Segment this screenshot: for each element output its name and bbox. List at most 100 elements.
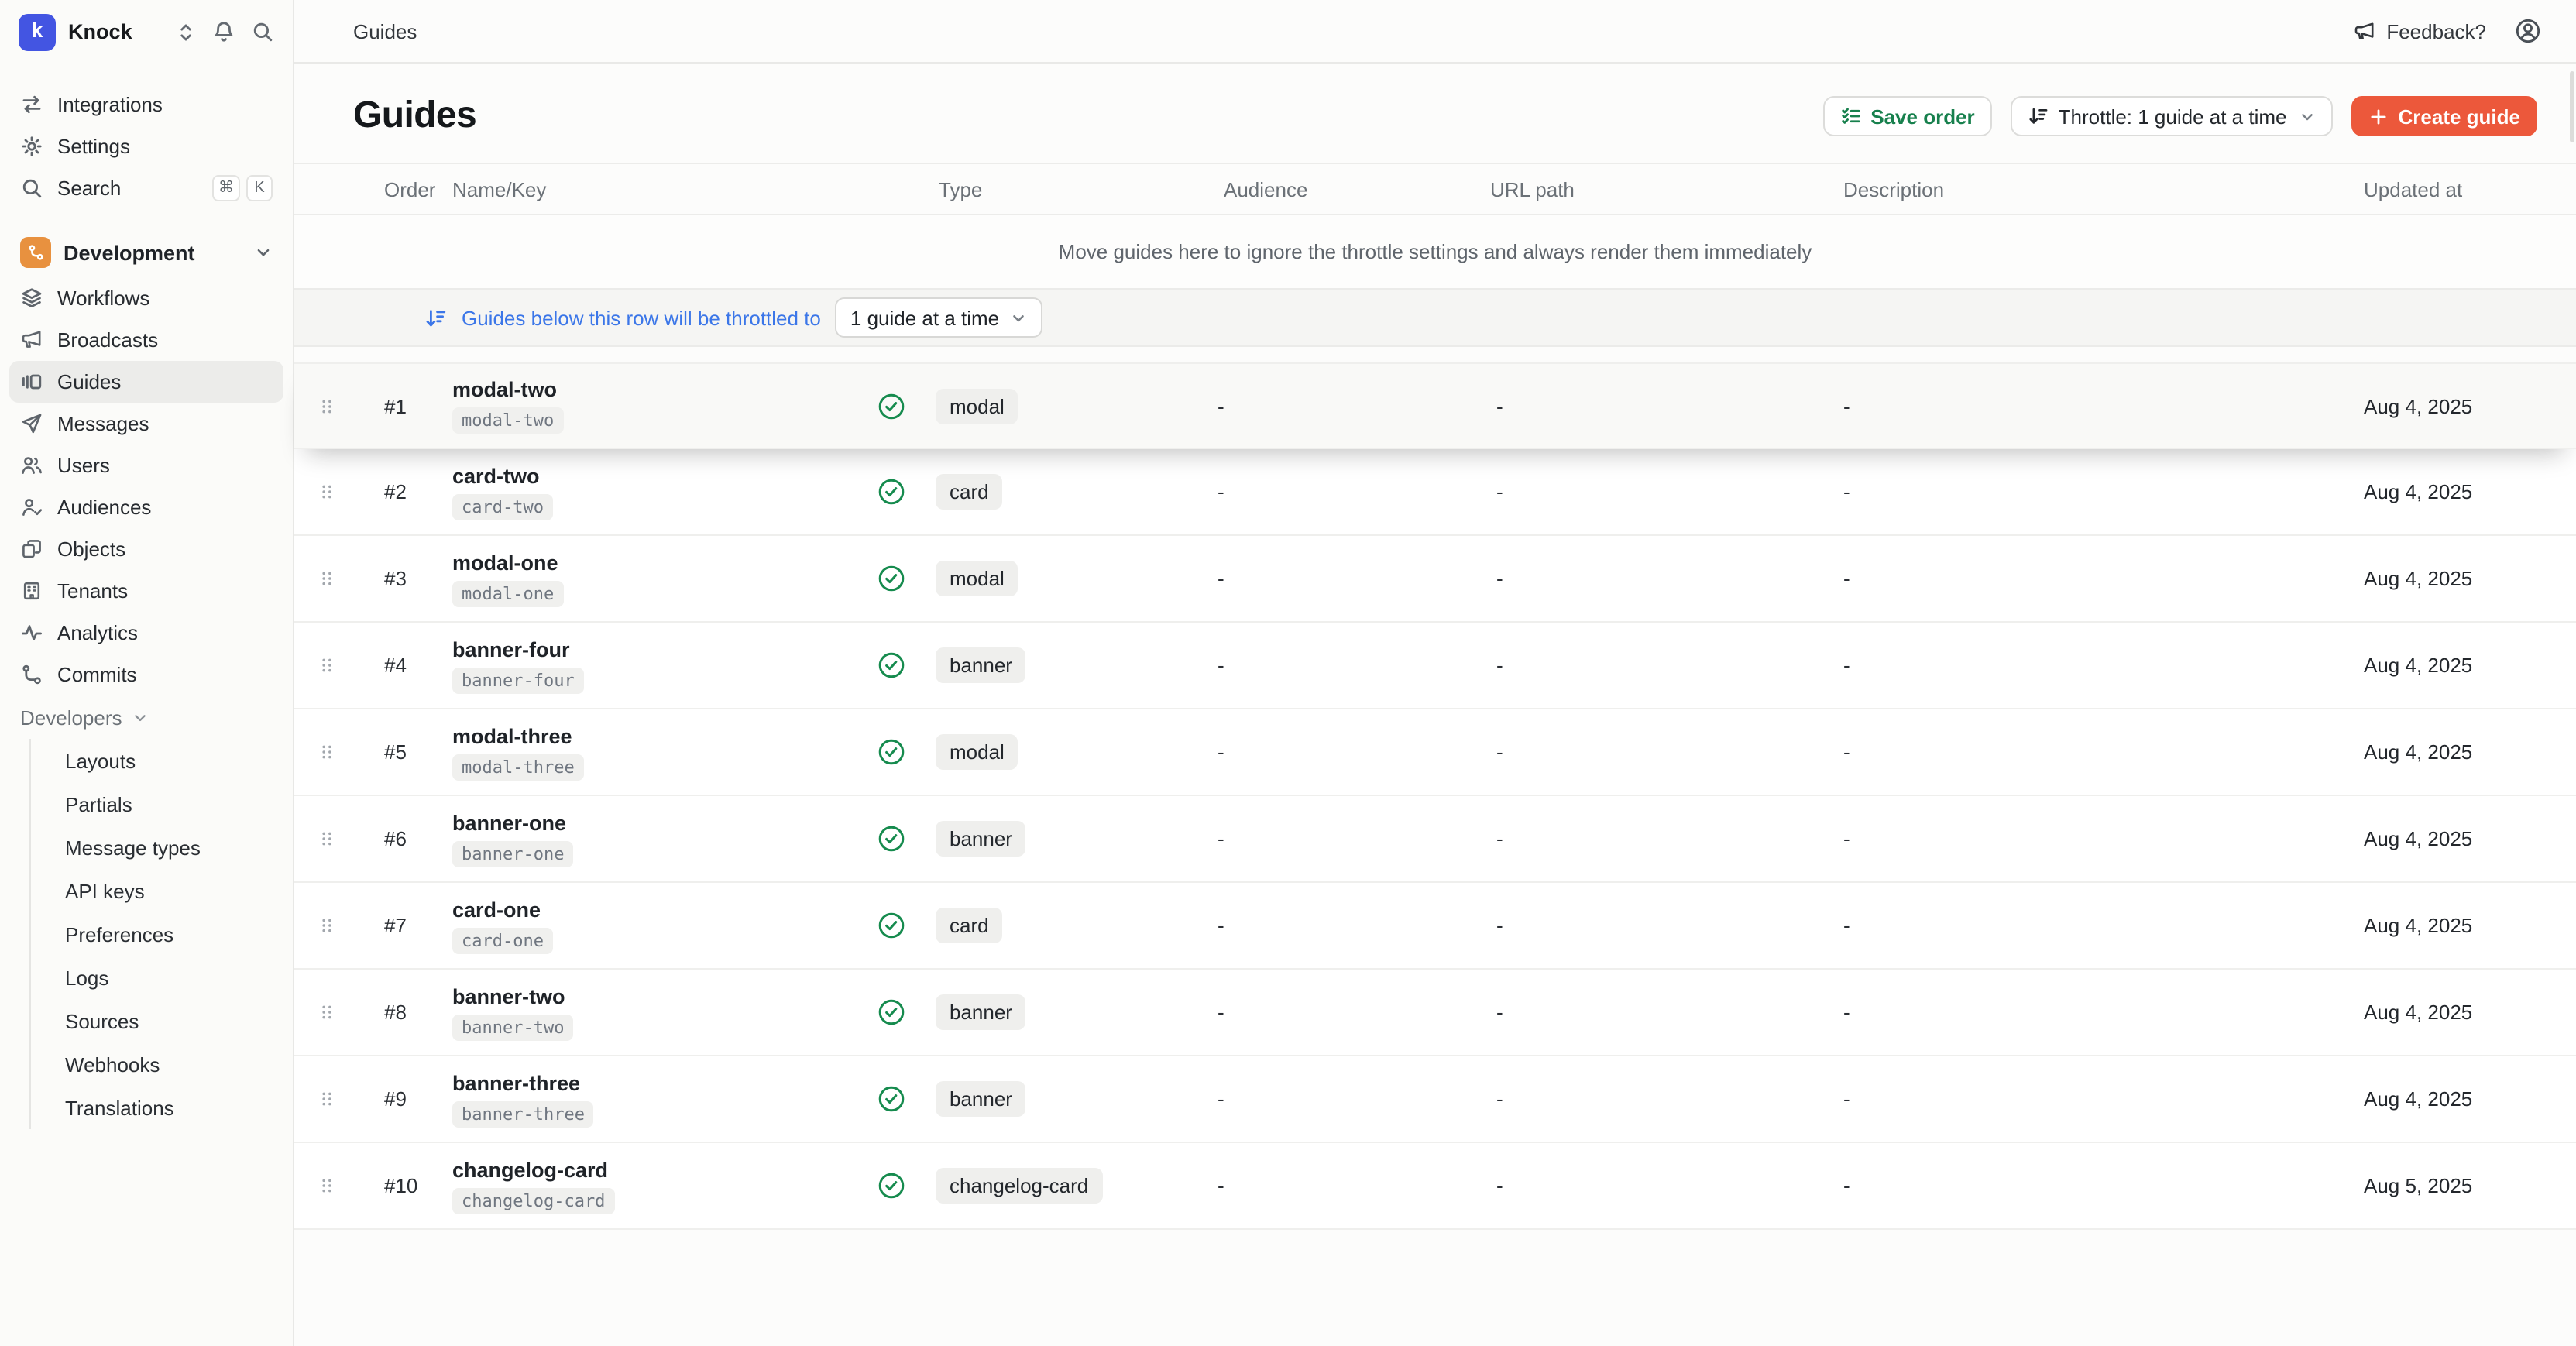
throttle-amount-select[interactable]: 1 guide at a time bbox=[835, 297, 1042, 338]
swap-arrows-icon bbox=[20, 93, 43, 116]
guide-description: - bbox=[1837, 1001, 2348, 1024]
sidebar-item-commits[interactable]: Commits bbox=[9, 654, 283, 695]
developers-subnav-item[interactable]: API keys bbox=[31, 869, 293, 912]
table-row[interactable]: #2 card-two card-two card - - - Aug 4, 2… bbox=[294, 449, 2576, 536]
throttle-divider-link[interactable]: Guides below this row will be throttled … bbox=[462, 306, 821, 329]
table-row[interactable]: #1 modal-two modal-two modal - - - Aug 4… bbox=[294, 362, 2576, 449]
save-order-button[interactable]: Save order bbox=[1822, 96, 1991, 136]
guide-name: modal-two bbox=[452, 378, 557, 401]
developers-subnav-item[interactable]: Webhooks bbox=[31, 1042, 293, 1086]
drag-handle[interactable] bbox=[294, 740, 359, 764]
scrollbar-thumb[interactable] bbox=[2570, 71, 2574, 142]
sidebar-item-broadcasts[interactable]: Broadcasts bbox=[9, 319, 283, 361]
table-row[interactable]: #9 banner-three banner-three banner - - … bbox=[294, 1056, 2576, 1143]
developers-subnav-item[interactable]: Message types bbox=[31, 826, 293, 869]
sidebar-item-analytics[interactable]: Analytics bbox=[9, 612, 283, 654]
sidebar-item-objects[interactable]: Objects bbox=[9, 528, 283, 570]
topbar: Guides Feedback? bbox=[294, 0, 2576, 64]
sidebar-item-tenants[interactable]: Tenants bbox=[9, 570, 283, 612]
drag-handle[interactable] bbox=[294, 567, 359, 590]
sidebar-item-workflows[interactable]: Workflows bbox=[9, 277, 283, 319]
sidebar-item-label: Tenants bbox=[57, 579, 128, 603]
guide-name-cell[interactable]: card-one card-one bbox=[415, 898, 864, 953]
drag-handle[interactable] bbox=[294, 1087, 359, 1111]
drag-handle[interactable] bbox=[294, 480, 359, 503]
guides-table: Order Name/Key Type Audience URL path De… bbox=[294, 163, 2576, 1230]
sidebar-item-label: Guides bbox=[57, 370, 121, 393]
search-icon[interactable] bbox=[251, 20, 274, 43]
drag-handle[interactable] bbox=[294, 1001, 359, 1024]
guide-key-badge: banner-two bbox=[452, 1014, 573, 1040]
guide-audience: - bbox=[1211, 827, 1490, 850]
org-switcher-icon[interactable] bbox=[175, 21, 197, 43]
guide-name: modal-three bbox=[452, 724, 572, 747]
guide-name-cell[interactable]: card-two card-two bbox=[415, 464, 864, 520]
environment-icon bbox=[20, 237, 51, 268]
sort-desc-icon bbox=[424, 306, 448, 329]
guide-order: #5 bbox=[359, 740, 415, 764]
table-row[interactable]: #10 changelog-card changelog-card change… bbox=[294, 1143, 2576, 1230]
table-header: Order Name/Key Type Audience URL path De… bbox=[294, 163, 2576, 215]
guide-name-cell[interactable]: modal-two modal-two bbox=[415, 378, 864, 434]
environment-label: Development bbox=[64, 241, 242, 264]
guide-name: card-one bbox=[452, 898, 541, 921]
create-guide-button[interactable]: Create guide bbox=[2352, 96, 2538, 136]
environment-switcher[interactable]: Development bbox=[9, 231, 283, 274]
guide-name-cell[interactable]: banner-three banner-three bbox=[415, 1071, 864, 1127]
drag-handle[interactable] bbox=[294, 1174, 359, 1197]
subnav-item-label: Layouts bbox=[65, 749, 136, 772]
unthrottled-hint-text: Move guides here to ignore the throttle … bbox=[1059, 240, 1812, 263]
bell-icon[interactable] bbox=[212, 20, 235, 43]
drag-handle[interactable] bbox=[294, 914, 359, 937]
subnav-item-label: Webhooks bbox=[65, 1052, 160, 1076]
table-row[interactable]: #3 modal-one modal-one modal - - - Aug 4… bbox=[294, 536, 2576, 623]
sidebar-item-guides[interactable]: Guides bbox=[9, 361, 283, 403]
guide-name-cell[interactable]: banner-two banner-two bbox=[415, 984, 864, 1040]
sidebar-item-users[interactable]: Users bbox=[9, 445, 283, 486]
guide-name-cell[interactable]: banner-four banner-four bbox=[415, 637, 864, 693]
account-menu-button[interactable] bbox=[2514, 17, 2542, 45]
developers-subnav-item[interactable]: Layouts bbox=[31, 739, 293, 782]
table-row[interactable]: #8 banner-two banner-two banner - - - Au… bbox=[294, 970, 2576, 1056]
developers-subnav-item[interactable]: Sources bbox=[31, 999, 293, 1042]
drag-handle[interactable] bbox=[294, 827, 359, 850]
megaphone-icon bbox=[2352, 19, 2375, 43]
throttle-dropdown-button[interactable]: Throttle: 1 guide at a time bbox=[2011, 96, 2334, 136]
guide-url-path: - bbox=[1490, 480, 1837, 503]
sidebar-item-search[interactable]: Search ⌘ K bbox=[9, 167, 283, 209]
drag-handle[interactable] bbox=[294, 394, 359, 417]
guide-name-cell[interactable]: banner-one banner-one bbox=[415, 811, 864, 867]
guide-url-path: - bbox=[1490, 827, 1837, 850]
chevron-down-icon bbox=[254, 243, 273, 262]
sidebar-item-messages[interactable]: Messages bbox=[9, 403, 283, 445]
guide-order: #1 bbox=[359, 394, 415, 417]
developers-subnav-item[interactable]: Logs bbox=[31, 956, 293, 999]
guide-url-path: - bbox=[1490, 1087, 1837, 1111]
guide-status-cell bbox=[864, 564, 917, 593]
developers-subnav-item[interactable]: Preferences bbox=[31, 912, 293, 956]
table-row[interactable]: #6 banner-one banner-one banner - - - Au… bbox=[294, 796, 2576, 883]
developers-subnav-item[interactable]: Partials bbox=[31, 782, 293, 826]
table-row[interactable]: #7 card-one card-one card - - - Aug 4, 2… bbox=[294, 883, 2576, 970]
building-icon bbox=[20, 579, 43, 603]
guide-name: banner-one bbox=[452, 811, 566, 834]
feedback-button[interactable]: Feedback? bbox=[2352, 19, 2486, 43]
guide-name-cell[interactable]: changelog-card changelog-card bbox=[415, 1158, 864, 1214]
drag-handle[interactable] bbox=[294, 654, 359, 677]
table-row[interactable]: #4 banner-four banner-four banner - - - … bbox=[294, 623, 2576, 709]
sidebar-item-integrations[interactable]: Integrations bbox=[9, 84, 283, 125]
guide-type-badge: banner bbox=[936, 821, 1026, 857]
guide-updated-at: Aug 4, 2025 bbox=[2348, 394, 2576, 417]
guide-description: - bbox=[1837, 914, 2348, 937]
sidebar-item-audiences[interactable]: Audiences bbox=[9, 486, 283, 528]
sidebar-item-settings[interactable]: Settings bbox=[9, 125, 283, 167]
developers-subnav-item[interactable]: Translations bbox=[31, 1086, 293, 1129]
sort-desc-icon bbox=[2028, 105, 2049, 127]
guide-name-cell[interactable]: modal-three modal-three bbox=[415, 724, 864, 780]
knock-logo: k bbox=[19, 13, 56, 50]
guide-name-cell[interactable]: modal-one modal-one bbox=[415, 551, 864, 606]
unthrottled-drop-zone[interactable]: Move guides here to ignore the throttle … bbox=[294, 215, 2576, 288]
subnav-item-label: Preferences bbox=[65, 922, 173, 946]
developers-section-toggle[interactable]: Developers bbox=[0, 695, 293, 739]
table-row[interactable]: #5 modal-three modal-three modal - - - A… bbox=[294, 709, 2576, 796]
